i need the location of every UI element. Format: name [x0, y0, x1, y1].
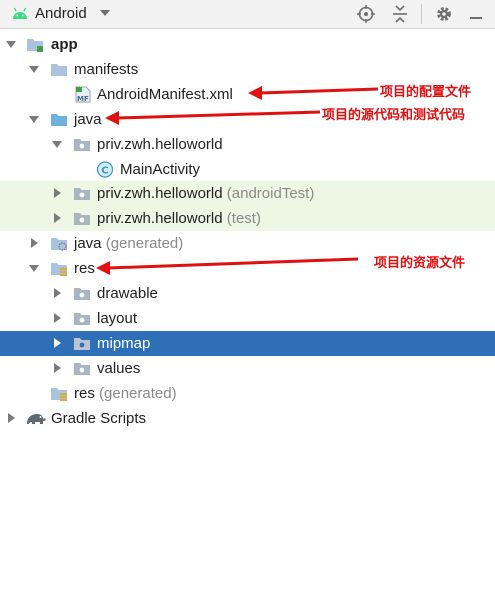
tree-item-label: app — [51, 36, 78, 53]
source-folder-icon — [51, 114, 67, 126]
chevron-down-icon[interactable] — [28, 63, 40, 75]
tree-item-label: MainActivity — [120, 161, 201, 178]
chevron-down-icon[interactable] — [99, 9, 111, 17]
package-icon — [74, 313, 90, 325]
tree-item-package-test[interactable]: priv.zwh.helloworld (test) — [0, 206, 495, 231]
tree-item-label-group: java (generated) — [74, 234, 183, 253]
project-toolbar: Android — [0, 0, 495, 29]
class-badge: C — [101, 165, 108, 176]
tree-item-label: Gradle Scripts — [51, 410, 147, 427]
tree-item-label-group: priv.zwh.helloworld (androidTest) — [97, 184, 314, 203]
chevron-right-icon[interactable] — [51, 337, 63, 349]
package-icon — [74, 338, 90, 350]
chevron-down-icon[interactable] — [28, 113, 40, 125]
annotation-java-note: 项目的源代码和测试代码 — [322, 108, 466, 123]
chevron-right-icon[interactable] — [51, 362, 63, 374]
locate-icon[interactable] — [356, 4, 376, 24]
tree-item-label: priv.zwh.helloworld — [97, 136, 223, 153]
tree-item-suffix: (test) — [226, 210, 261, 227]
manifest-file-icon: MF — [75, 86, 91, 103]
package-icon — [74, 188, 90, 200]
annotation-manifest-note: 项目的配置文件 — [380, 85, 472, 100]
android-icon — [13, 7, 27, 19]
tree-item-label: priv.zwh.helloworld — [97, 210, 223, 227]
tree-item-suffix: (androidTest) — [226, 185, 315, 202]
chevron-down-icon[interactable] — [5, 38, 17, 50]
tree-item-layout[interactable]: layout — [0, 306, 495, 331]
folder-icon — [51, 64, 67, 76]
tree-item-label: AndroidManifest.xml — [97, 86, 233, 103]
tree-item-label: drawable — [97, 285, 158, 302]
tree-item-label-group: res (generated) — [74, 384, 177, 403]
tree-item-main-activity[interactable]: C MainActivity — [0, 157, 495, 182]
generated-folder-icon — [51, 238, 67, 251]
chevron-right-icon[interactable] — [5, 412, 17, 424]
gradle-icon — [27, 414, 46, 424]
tree-item-suffix: (generated) — [99, 385, 177, 402]
annotation-res-note: 项目的资源文件 — [374, 256, 466, 271]
chevron-right-icon[interactable] — [51, 212, 63, 224]
chevron-down-icon[interactable] — [28, 262, 40, 274]
tree-item-gradle-scripts[interactable]: Gradle Scripts — [0, 406, 495, 431]
tree-item-mipmap[interactable]: mipmap — [0, 331, 495, 356]
tree-item-res-generated[interactable]: res (generated) — [0, 381, 495, 406]
tree-item-suffix: (generated) — [105, 235, 184, 252]
chevron-right-icon[interactable] — [51, 312, 63, 324]
package-icon — [74, 288, 90, 300]
project-view-selector[interactable]: Android — [35, 5, 87, 22]
chevron-right-icon[interactable] — [28, 237, 40, 249]
tree-item-label: manifests — [74, 61, 139, 78]
tree-item-label: mipmap — [97, 335, 151, 352]
module-folder-icon — [27, 39, 43, 52]
tree-item-manifests[interactable]: manifests — [0, 57, 495, 82]
tree-item-label: res — [74, 260, 95, 277]
manifest-badge: MF — [77, 95, 89, 103]
tree-item-label-group: priv.zwh.helloworld (test) — [97, 209, 261, 228]
tree-item-package-main[interactable]: priv.zwh.helloworld — [0, 132, 495, 157]
class-icon: C — [96, 161, 114, 178]
package-icon — [74, 363, 90, 375]
chevron-right-icon[interactable] — [51, 287, 63, 299]
tree-item-label: layout — [97, 310, 138, 327]
tree-item-label: java — [74, 111, 102, 128]
tree-item-label: res — [74, 385, 95, 402]
tree-item-app[interactable]: app — [0, 32, 495, 57]
tree-item-label: values — [97, 360, 141, 377]
tree-item-label: priv.zwh.helloworld — [97, 185, 223, 202]
tree-item-values[interactable]: values — [0, 356, 495, 381]
toolbar-divider — [421, 4, 422, 24]
resource-folder-icon — [51, 263, 67, 276]
tree-item-label: java — [74, 235, 102, 252]
chevron-down-icon[interactable] — [51, 138, 63, 150]
chevron-right-icon[interactable] — [51, 187, 63, 199]
package-icon — [74, 213, 90, 225]
tree-item-drawable[interactable]: drawable — [0, 281, 495, 306]
settings-icon[interactable] — [434, 4, 454, 24]
hide-icon[interactable] — [466, 4, 486, 24]
resource-folder-icon — [51, 388, 67, 401]
package-icon — [74, 139, 90, 151]
tree-item-package-android-test[interactable]: priv.zwh.helloworld (androidTest) — [0, 181, 495, 206]
collapse-all-icon[interactable] — [390, 4, 410, 24]
